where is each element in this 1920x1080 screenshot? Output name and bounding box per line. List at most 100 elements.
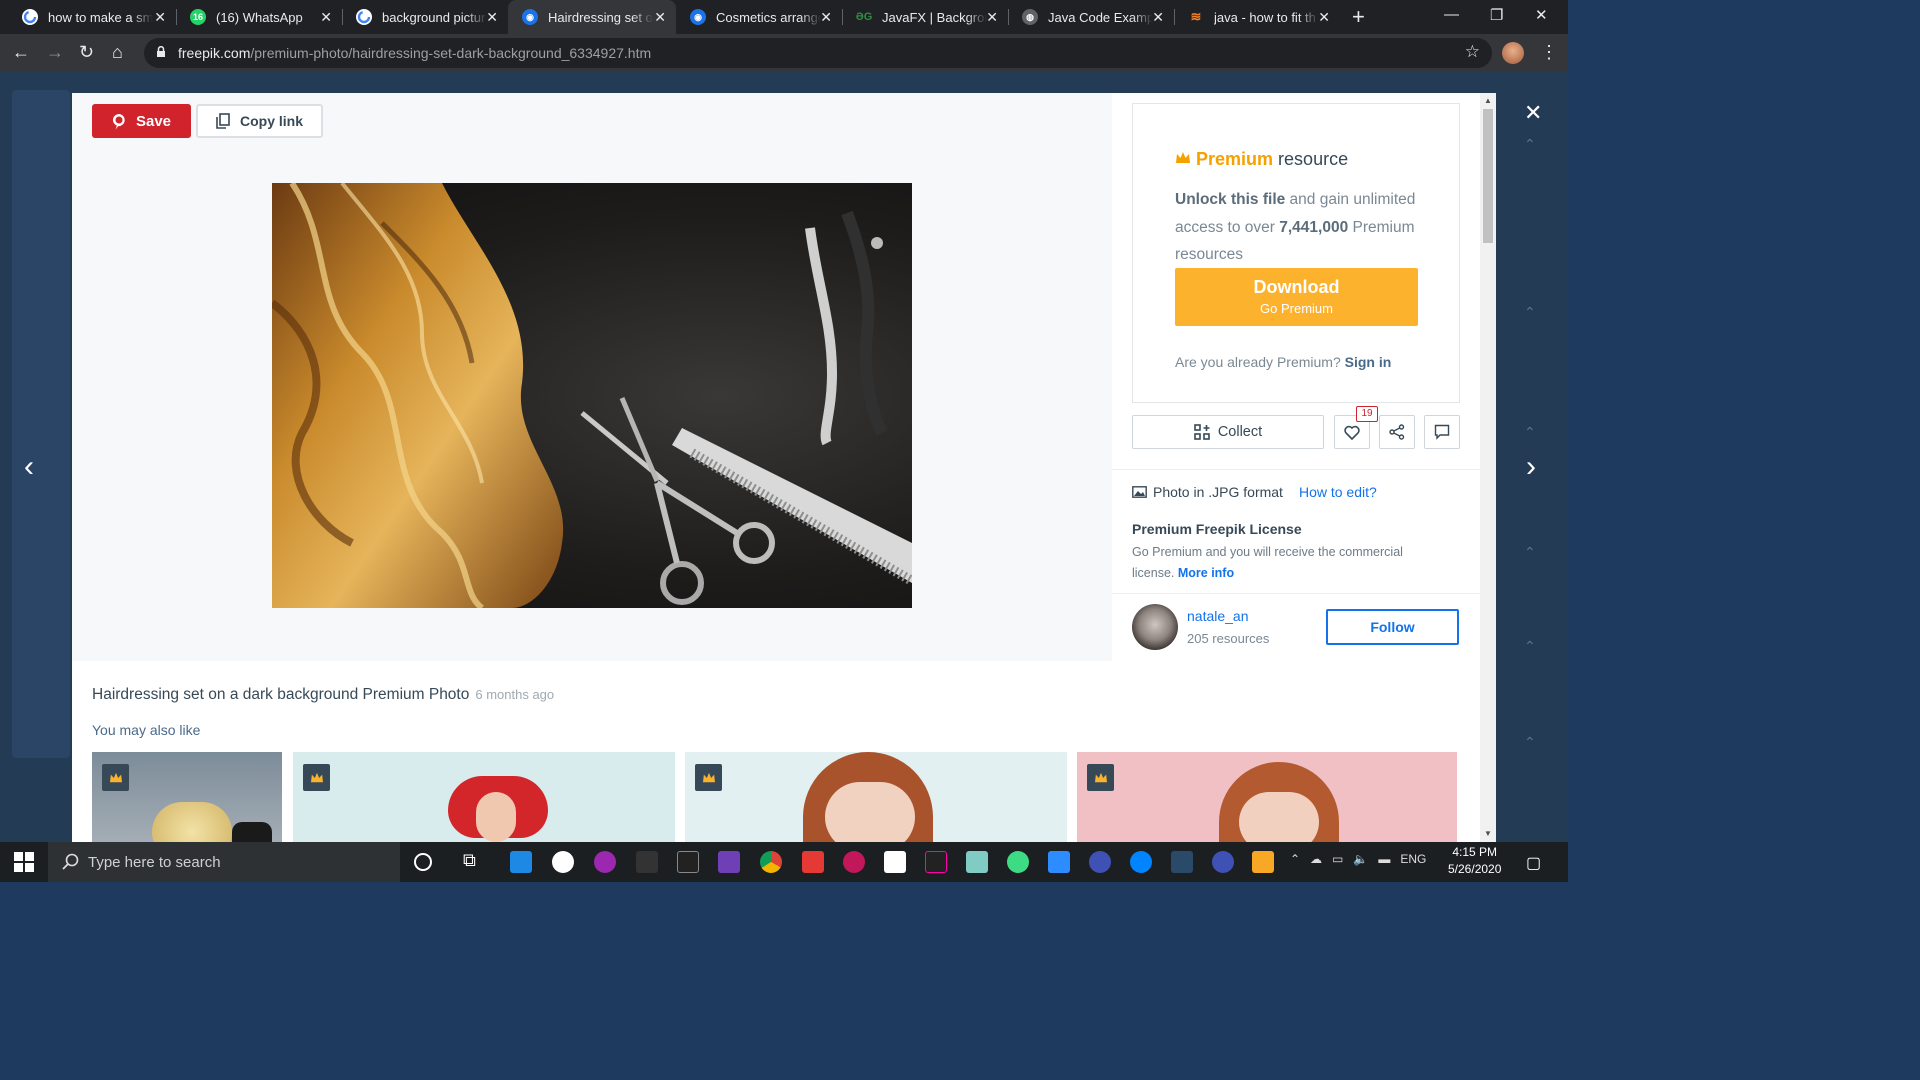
podcast-icon[interactable] <box>594 851 616 873</box>
forward-arrow-icon[interactable]: → <box>46 42 64 63</box>
mail-icon[interactable] <box>510 851 532 873</box>
tab-title: Cosmetics arrange <box>716 9 821 25</box>
premium-description: Unlock this file and gain unlimited acce… <box>1175 191 1416 263</box>
lock-icon <box>157 46 165 57</box>
more-info-link[interactable]: More info <box>1178 566 1234 580</box>
close-tab-icon[interactable]: ✕ <box>654 9 666 26</box>
download-label: Download <box>1253 277 1340 297</box>
system-tray[interactable]: ⌃ ☁ ▭ 🔈 ▬ ENG <box>1290 852 1426 866</box>
back-arrow-icon[interactable]: ← <box>12 42 30 63</box>
premium-card: Premium resource Unlock this file and ga… <box>1132 103 1460 403</box>
close-tab-icon[interactable]: ✕ <box>154 9 166 26</box>
author-name-link[interactable]: natale_an <box>1187 608 1249 624</box>
task-view-icon[interactable]: ⧉ <box>463 850 485 872</box>
taskbar-search-box[interactable]: Type here to search <box>48 842 400 882</box>
follow-button[interactable]: Follow <box>1326 609 1459 645</box>
pinterest-icon <box>112 113 125 129</box>
google-icon <box>22 9 38 25</box>
tab-title: Hairdressing set o <box>548 9 653 25</box>
epic-games-icon[interactable] <box>677 851 699 873</box>
eclipse-icon[interactable] <box>1212 851 1234 873</box>
globe-icon: ◍ <box>1022 9 1038 25</box>
file-format: Photo in .JPG format How to edit? <box>1132 484 1377 500</box>
related-thumbnail[interactable] <box>293 752 675 842</box>
app-icon[interactable] <box>802 851 824 873</box>
eclipse-icon[interactable] <box>1089 851 1111 873</box>
chrome-icon[interactable] <box>760 851 782 873</box>
notifications-icon[interactable]: ▢ <box>1526 853 1541 873</box>
menu-kebab-icon[interactable]: ⋮ <box>1540 42 1558 63</box>
signin-link[interactable]: Sign in <box>1345 354 1392 370</box>
windows-start-icon[interactable] <box>14 852 34 872</box>
close-tab-icon[interactable]: ✕ <box>1318 9 1330 26</box>
window-close-icon[interactable]: ✕ <box>1535 6 1548 24</box>
cortana-icon[interactable] <box>414 853 432 871</box>
scrollbar-thumb[interactable] <box>1483 109 1493 243</box>
copy-link-button[interactable]: Copy link <box>196 104 323 138</box>
close-tab-icon[interactable]: ✕ <box>1152 9 1164 26</box>
language-indicator[interactable]: ENG <box>1400 852 1426 866</box>
profile-avatar[interactable] <box>1502 42 1524 64</box>
zoom-icon[interactable] <box>1048 851 1070 873</box>
save-button[interactable]: Save <box>92 104 191 138</box>
next-arrow-icon[interactable]: › <box>1526 450 1536 484</box>
freepik-icon: ◉ <box>522 9 538 25</box>
arduino-icon[interactable] <box>843 851 865 873</box>
close-tab-icon[interactable]: ✕ <box>320 9 332 26</box>
reload-icon[interactable]: ↻ <box>79 42 94 63</box>
restore-icon[interactable]: ❐ <box>1490 6 1503 24</box>
browser-tab[interactable]: ◍ Java Code Example ✕ <box>1008 0 1174 34</box>
photo-age: 6 months ago <box>475 687 555 702</box>
how-to-edit-link[interactable]: How to edit? <box>1299 484 1377 500</box>
collect-button[interactable]: Collect <box>1132 415 1324 449</box>
browser-tab[interactable]: ≋ java - how to fit th ✕ <box>1174 0 1340 34</box>
related-thumbnail[interactable] <box>1077 752 1457 842</box>
minimize-icon[interactable]: — <box>1444 6 1459 23</box>
bookmark-star-icon[interactable]: ☆ <box>1465 42 1480 62</box>
format-label: Photo in .JPG format <box>1153 484 1283 500</box>
itunes-icon[interactable] <box>552 851 574 873</box>
copy-icon <box>216 113 230 129</box>
intellij-icon[interactable] <box>925 851 947 873</box>
collect-icon <box>1194 424 1210 440</box>
related-thumbnail[interactable] <box>92 752 282 842</box>
signin-prompt: Are you already Premium? Sign in <box>1175 354 1392 370</box>
messenger-icon[interactable] <box>1130 851 1152 873</box>
collect-label: Collect <box>1217 424 1263 440</box>
download-button[interactable]: Download Go Premium <box>1175 268 1418 326</box>
omnibox[interactable]: freepik.com/premium-photo/hairdressing-s… <box>144 38 1492 68</box>
visual-studio-icon[interactable] <box>718 851 740 873</box>
author-avatar[interactable] <box>1132 604 1178 650</box>
close-tab-icon[interactable]: ✕ <box>820 9 832 26</box>
browser-tab[interactable]: ◉ Cosmetics arrange ✕ <box>676 0 842 34</box>
comment-icon <box>1434 424 1450 440</box>
tab-title: java - how to fit th <box>1214 9 1316 25</box>
file-explorer-icon[interactable] <box>1252 851 1274 873</box>
vertical-scrollbar[interactable]: ▲ ▼ <box>1480 93 1496 842</box>
browser-tab[interactable]: ƏG JavaFX | Backgrou ✕ <box>842 0 1008 34</box>
comment-button[interactable] <box>1424 415 1460 449</box>
close-tab-icon[interactable]: ✕ <box>986 9 998 26</box>
related-thumbnail[interactable] <box>685 752 1067 842</box>
browser-tab-active[interactable]: ◉ Hairdressing set o ✕ <box>508 0 676 34</box>
browser-tab[interactable]: how to make a sm ✕ <box>8 0 176 34</box>
app-icon[interactable] <box>1171 851 1193 873</box>
home-icon[interactable]: ⌂ <box>112 42 123 63</box>
new-tab-icon[interactable]: + <box>1352 4 1365 30</box>
browser-tab[interactable]: 16 (16) WhatsApp ✕ <box>176 0 342 34</box>
previous-arrow-icon[interactable]: ‹ <box>24 450 34 484</box>
clock[interactable]: 4:15 PM 5/26/2020 <box>1448 844 1501 878</box>
app-icon[interactable] <box>966 851 988 873</box>
unity-icon[interactable] <box>636 851 658 873</box>
android-studio-icon[interactable] <box>1007 851 1029 873</box>
close-tab-icon[interactable]: ✕ <box>486 9 498 26</box>
windows-taskbar: Type here to search ⧉ ⌃ ☁ ▭ 🔈 ▬ ENG 4:15… <box>0 842 1568 882</box>
browser-tab[interactable]: background pictur ✕ <box>342 0 508 34</box>
right-panel: Premium resource Unlock this file and ga… <box>1112 93 1480 661</box>
stackoverflow-icon: ≋ <box>1190 9 1202 24</box>
share-button[interactable] <box>1379 415 1415 449</box>
modal-close-icon[interactable]: ✕ <box>1524 100 1542 126</box>
app-icon[interactable] <box>884 851 906 873</box>
heart-icon <box>1344 425 1360 440</box>
detail-modal: Save Copy link Premium resource Unlock t… <box>72 93 1496 842</box>
